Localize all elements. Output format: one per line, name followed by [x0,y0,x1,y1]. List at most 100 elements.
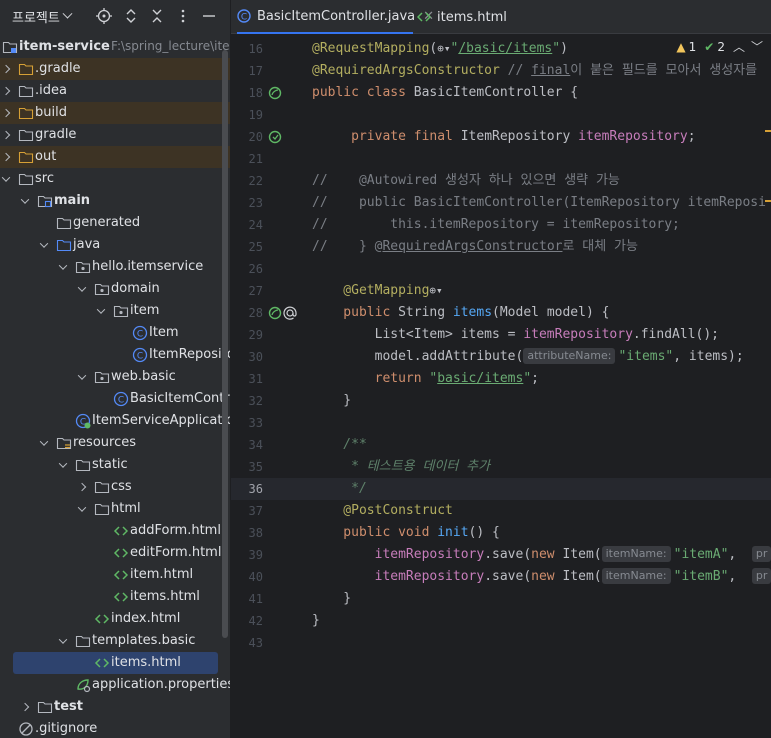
chevron-right-icon[interactable] [0,80,12,102]
bean-icon[interactable] [268,86,282,100]
tree-item[interactable]: domain [0,278,230,300]
tab-items-html[interactable]: items.html [416,0,517,34]
code-line[interactable]: 43 [231,632,771,654]
line-number[interactable]: 23 [231,192,263,214]
line-number[interactable]: 25 [231,236,263,258]
chevron-right-icon[interactable] [19,696,31,718]
line-number[interactable]: 18 [231,82,263,104]
tree-item[interactable]: html [0,498,230,520]
code-line[interactable]: 26 [231,258,771,280]
code-line[interactable]: 17 @RequiredArgsConstructor // final이 붙은 … [231,60,771,82]
code-line[interactable]: 30 model.addAttribute(attributeName: "ite… [231,346,771,368]
line-number[interactable]: 31 [231,368,263,390]
code-line[interactable]: 36 */ [231,478,771,500]
chevron-up-icon[interactable]: ︿ [733,38,745,55]
tree-item[interactable]: src [0,168,230,190]
line-number[interactable]: 24 [231,214,263,236]
tree-item[interactable]: resources [0,432,230,454]
warning-stripe-marker[interactable] [765,130,771,132]
minimize-icon[interactable] [200,7,218,25]
line-number[interactable]: 16 [231,38,263,60]
globe-icon[interactable]: ⊕▾ [437,38,450,60]
code-line[interactable]: 28 public String items(Model model) { [231,302,771,324]
chevron-down-icon[interactable] [38,432,50,454]
code-line[interactable]: 22 // @Autowired 생성자 하나 있으면 생략 가능 [231,170,771,192]
tree-item[interactable]: gradle [0,124,230,146]
tree-item[interactable]: main [0,190,230,212]
tree-item[interactable]: generated [0,212,230,234]
code-line[interactable]: 34 /** [231,434,771,456]
line-number[interactable]: 38 [231,522,263,544]
line-number[interactable]: 42 [231,610,263,632]
collapse-all-icon[interactable] [148,7,166,25]
code-line[interactable]: 19 [231,104,771,126]
line-number[interactable]: 40 [231,566,263,588]
code-line[interactable]: 38 public void init() { [231,522,771,544]
code-line[interactable]: 31 return "basic/items"; [231,368,771,390]
project-view-selector[interactable]: 프로젝트 [12,7,60,26]
tree-item[interactable]: C ItemRepository [0,344,230,366]
tree-item[interactable]: C BasicItemController [0,388,230,410]
code-line[interactable]: 37 @PostConstruct [231,500,771,522]
tree-item[interactable]: item.html [0,564,230,586]
inspection-widget[interactable]: ▲ 1 ✔ 2 ︿ ﹀ [672,38,763,55]
line-number[interactable]: 26 [231,258,263,280]
line-number[interactable]: 19 [231,104,263,126]
chevron-right-icon[interactable] [0,124,12,146]
tree-item[interactable]: static [0,454,230,476]
code-line[interactable]: 40 itemRepository.save(new Item(itemName… [231,566,771,588]
tree-item[interactable]: out [0,146,230,168]
chevron-down-icon[interactable] [57,454,69,476]
chevron-down-icon[interactable] [38,234,50,256]
line-number[interactable]: 41 [231,588,263,610]
code-line[interactable]: 41 } [231,588,771,610]
chevron-down-icon[interactable] [57,630,69,652]
code-line[interactable]: 24 // this.itemRepository = itemRepositor… [231,214,771,236]
chevron-down-icon[interactable] [76,498,88,520]
code-line[interactable]: 23 // public BasicItemController(ItemRepo… [231,192,771,214]
line-number[interactable]: 20 [231,126,263,148]
chevron-right-icon[interactable] [76,476,88,498]
line-number[interactable]: 22 [231,170,263,192]
tree-item[interactable]: editForm.html [0,542,230,564]
tree-item[interactable]: items.html [0,652,230,674]
chevron-right-icon[interactable] [0,58,12,80]
more-options-icon[interactable] [174,7,192,25]
tree-item[interactable]: application.properties [0,674,230,696]
line-number[interactable]: 21 [231,148,263,170]
tab-basic-item-controller[interactable]: C BasicItemController.java ✕ [237,0,434,34]
line-number[interactable]: 32 [231,390,263,412]
bean-inject-icon[interactable] [268,130,282,144]
tree-item[interactable]: .gitignore [0,718,230,738]
chevron-right-icon[interactable] [0,146,12,168]
tree-item[interactable]: item-service F:\spring_lecture\item [0,36,230,58]
tree-item[interactable]: css [0,476,230,498]
line-number[interactable]: 33 [231,412,263,434]
line-number[interactable]: 27 [231,280,263,302]
line-number[interactable]: 30 [231,346,263,368]
code-line[interactable]: 21 [231,148,771,170]
chevron-down-icon[interactable] [62,8,73,19]
code-line[interactable]: 39 itemRepository.save(new Item(itemName… [231,544,771,566]
tree-item[interactable]: web.basic [0,366,230,388]
line-number[interactable]: 43 [231,632,263,654]
code-line[interactable]: 32 } [231,390,771,412]
code-line[interactable]: 35 * 테스트용 데이터 추가 [231,456,771,478]
chevron-down-icon[interactable] [57,256,69,278]
chevron-down-icon[interactable] [95,300,107,322]
tree-item[interactable]: hello.itemservice [0,256,230,278]
line-number[interactable]: 35 [231,456,263,478]
tree-item[interactable]: index.html [0,608,230,630]
tree-item[interactable]: .gradle [0,58,230,80]
line-number[interactable]: 37 [231,500,263,522]
tree-item[interactable]: item [0,300,230,322]
line-number[interactable]: 39 [231,544,263,566]
code-line[interactable]: 20 private final ItemRepository itemRepo… [231,126,771,148]
code-editor[interactable]: 16 @RequestMapping(⊕▾"/basic/items") 17 @Re… [231,34,771,738]
globe-icon[interactable]: ⊕▾ [429,280,442,302]
tree-item[interactable]: templates.basic [0,630,230,652]
tree-item[interactable]: test [0,696,230,718]
tree-item[interactable]: .idea [0,80,230,102]
warning-stripe-marker[interactable] [765,200,771,202]
line-number[interactable]: 17 [231,60,263,82]
